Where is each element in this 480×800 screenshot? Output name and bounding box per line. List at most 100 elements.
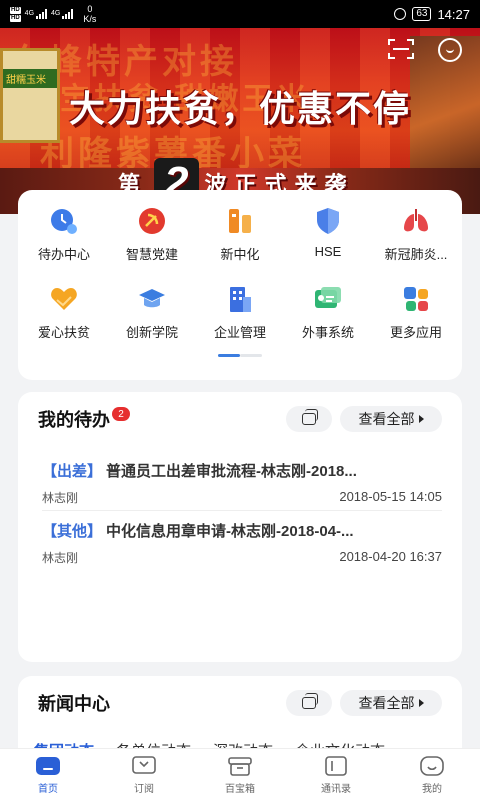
alarm-icon <box>394 8 407 20</box>
shortcut-label: 更多应用 <box>389 325 442 340</box>
todo-view-all-button[interactable]: 查看全部 <box>340 406 442 432</box>
shortcut-foreign-affairs[interactable]: 外事系统 <box>284 284 372 348</box>
shortcut-label: 企业管理 <box>213 325 266 340</box>
battery-indicator: 63 <box>412 7 432 21</box>
subscribe-icon <box>132 755 156 774</box>
banner-headline: 大力扶贫，优惠不停 <box>68 89 411 130</box>
graduation-cap-icon <box>137 284 167 314</box>
todo-copy-button[interactable] <box>286 406 332 432</box>
profile-icon[interactable] <box>438 38 462 62</box>
todo-time: 2018-04-20 16:37 <box>339 549 442 564</box>
shortcut-enterprise-management[interactable]: 企业管理 <box>196 284 284 348</box>
news-copy-button[interactable] <box>286 690 332 716</box>
todo-item[interactable]: 【其他】 中化信息用章申请-林志刚-2018-04-... 林志刚 2018-0… <box>42 520 442 566</box>
network-speed: 0 K/s <box>83 4 96 24</box>
todo-person: 林志刚 <box>42 551 79 565</box>
network-label-2: 4G <box>51 10 61 17</box>
apps-icon <box>401 284 431 314</box>
bars-icon <box>225 206 255 236</box>
shortcut-label: 待办中心 <box>37 247 90 262</box>
news-title: 新闻中心 <box>38 694 110 714</box>
nav-contacts[interactable]: 通讯录 <box>288 749 384 800</box>
todo-tag: 【出差】 <box>42 463 103 480</box>
shortcut-label: HSE <box>314 244 342 259</box>
status-bar: HD HD 4G 4G 0 K/s 63 14:27 <box>0 0 480 28</box>
shortcut-innovation-college[interactable]: 创新学院 <box>108 284 196 348</box>
shortcut-poverty-relief[interactable]: 爱心扶贫 <box>20 284 108 348</box>
profile-icon <box>420 755 444 776</box>
caret-right-icon <box>418 699 424 707</box>
promo-banner[interactable]: 东峰特产对接 宝扶贫 甜嫩玉米 利隆紫薯番小菜 甜糯玉米 大力扶贫，优惠不停 第… <box>0 28 480 214</box>
nav-label: 通讯录 <box>321 783 351 795</box>
todo-tools: 查看全部 <box>286 406 442 432</box>
shortcut-panel: 待办中心 智慧党建 新中化 HSE 新冠肺炎... 爱心扶贫 创新学院 企业管理… <box>18 190 462 380</box>
todo-tag: 【其他】 <box>42 523 103 540</box>
view-all-label: 查看全部 <box>358 411 415 427</box>
divider <box>42 510 442 511</box>
todo-title: 我的待办 <box>38 410 110 430</box>
lungs-icon <box>401 206 431 236</box>
shortcut-hse[interactable]: HSE <box>284 206 372 270</box>
clock-time: 14:27 <box>437 6 470 22</box>
todo-person: 林志刚 <box>42 491 79 505</box>
shortcut-new-sinochem[interactable]: 新中化 <box>196 206 284 270</box>
copy-icon <box>302 693 318 709</box>
shortcut-label: 创新学院 <box>125 325 178 340</box>
nav-subscribe[interactable]: 订阅 <box>96 749 192 800</box>
id-card-icon <box>313 284 343 314</box>
news-view-all-button[interactable]: 查看全部 <box>340 690 442 716</box>
view-all-label: 查看全部 <box>358 695 415 711</box>
todo-text: 中化信息用章申请-林志刚-2018-04-... <box>106 523 354 540</box>
network-label-1: 4G <box>24 10 35 17</box>
todo-header: 我的待办 2 查看全部 <box>38 406 442 432</box>
sim-tags: HD HD <box>10 6 21 22</box>
party-emblem-icon <box>137 206 167 236</box>
speed-value: 0 <box>87 4 93 14</box>
shortcut-more-apps[interactable]: 更多应用 <box>372 284 460 348</box>
todo-item[interactable]: 【出差】 普通员工出差审批流程-林志刚-2018... 林志刚 2018-05-… <box>42 460 442 506</box>
nav-toolbox[interactable]: 百宝箱 <box>192 749 288 800</box>
caret-right-icon <box>418 415 424 423</box>
toolbox-icon <box>228 756 252 776</box>
contacts-icon <box>325 755 347 776</box>
speed-unit: K/s <box>83 14 97 24</box>
shortcut-label: 智慧党建 <box>125 247 178 262</box>
todo-time: 2018-05-15 14:05 <box>339 489 442 504</box>
shortcut-party-building[interactable]: 智慧党建 <box>108 206 196 270</box>
sim-tag-1: HD <box>10 6 21 14</box>
nav-label: 订阅 <box>134 783 154 795</box>
scan-icon[interactable] <box>388 38 414 60</box>
shortcut-label: 外事系统 <box>301 325 354 340</box>
shield-icon <box>313 206 343 236</box>
copy-icon <box>302 409 318 425</box>
nav-profile[interactable]: 我的 <box>384 749 480 800</box>
shortcut-label: 爱心扶贫 <box>37 325 90 340</box>
todo-text: 普通员工出差审批流程-林志刚-2018... <box>106 463 357 480</box>
bottom-nav: 首页 订阅 百宝箱 通讯录 我的 <box>0 748 480 800</box>
signal-icon <box>36 9 48 19</box>
home-icon <box>36 756 60 775</box>
nav-label: 百宝箱 <box>225 783 255 795</box>
shortcut-label: 新中化 <box>220 247 260 262</box>
news-tools: 查看全部 <box>286 690 442 716</box>
status-left: HD HD 4G 4G 0 K/s <box>10 4 96 24</box>
page-indicator-inactive <box>240 354 262 357</box>
shortcut-label: 新冠肺炎... <box>384 247 448 262</box>
status-right: 63 14:27 <box>394 7 470 22</box>
shortcut-covid[interactable]: 新冠肺炎... <box>372 206 460 270</box>
heart-hands-icon <box>49 284 79 314</box>
nav-label: 首页 <box>38 783 58 795</box>
page-indicator <box>218 354 262 357</box>
news-header: 新闻中心 查看全部 <box>38 690 442 716</box>
shortcut-todo-center[interactable]: 待办中心 <box>20 206 108 270</box>
todo-count-badge: 2 <box>112 407 130 421</box>
page-indicator-active <box>218 354 240 357</box>
clock-icon <box>49 206 79 236</box>
nav-home[interactable]: 首页 <box>0 749 96 800</box>
todo-panel: 我的待办 2 查看全部 【出差】 普通员工出差审批流程-林志刚-2018... … <box>18 392 462 662</box>
building-icon <box>225 284 255 314</box>
sim-tag-2: HD <box>10 14 21 22</box>
shortcut-grid: 待办中心 智慧党建 新中化 HSE 新冠肺炎... 爱心扶贫 创新学院 企业管理… <box>18 206 462 348</box>
signal-icon-2 <box>62 9 74 19</box>
nav-label: 我的 <box>422 783 442 795</box>
